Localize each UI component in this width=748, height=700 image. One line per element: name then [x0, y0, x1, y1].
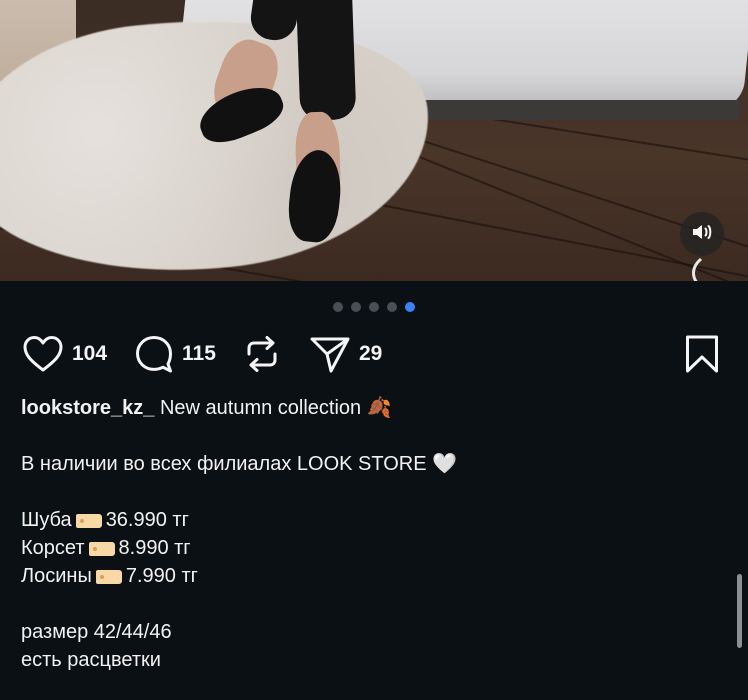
item-price: 7.990 тг	[125, 565, 198, 587]
post-actions: 104 115 29	[22, 334, 726, 376]
send-paper-plane-icon	[309, 334, 351, 374]
shares-count[interactable]: 29	[359, 342, 382, 366]
bookmark-outline-icon	[684, 334, 720, 374]
post-caption: lookstore_kz_ New autumn collection 🍂 В …	[21, 394, 721, 674]
price-tag-icon	[75, 514, 102, 528]
item-price: 8.990 тг	[118, 537, 191, 559]
leaf-emoji: 🍂	[366, 397, 392, 419]
caption-title: New autumn collection	[159, 397, 362, 419]
availability-line: В наличии во всех филиалах LOOK STORE 🤍	[21, 453, 458, 475]
share-button[interactable]: 29	[309, 334, 382, 374]
colors-note: есть расцветки	[21, 649, 161, 671]
post-image[interactable]	[0, 0, 748, 281]
repost-button[interactable]	[242, 334, 282, 374]
carousel-dot	[351, 302, 361, 312]
item-name: Лосины	[21, 565, 92, 587]
price-line: Лосины 7.990 тг	[21, 562, 721, 590]
carousel-dot	[387, 302, 397, 312]
save-button[interactable]	[684, 334, 720, 374]
caption-headline: lookstore_kz_ New autumn collection 🍂	[21, 394, 721, 422]
white-heart-emoji: 🤍	[432, 453, 458, 475]
carousel-dot	[369, 302, 379, 312]
likes-count[interactable]: 104	[72, 342, 107, 366]
username-link[interactable]: lookstore_kz_	[21, 397, 154, 419]
carousel-dot-active	[405, 302, 415, 312]
item-price: 36.990 тг	[105, 509, 189, 531]
sizes-line: размер 42/44/46	[21, 621, 172, 643]
scrollbar[interactable]	[737, 574, 742, 648]
carousel-indicator	[0, 302, 748, 312]
comments-count[interactable]: 115	[182, 342, 216, 366]
speech-bubble-icon	[134, 334, 174, 374]
sound-button[interactable]	[680, 212, 724, 256]
repost-arrows-icon	[242, 334, 282, 374]
price-tag-icon	[88, 542, 115, 556]
price-line: Шуба 36.990 тг	[21, 506, 721, 534]
heart-outline-icon	[22, 335, 64, 373]
item-name: Корсет	[21, 537, 85, 559]
carousel-dot	[333, 302, 343, 312]
item-name: Шуба	[21, 509, 72, 531]
price-tag-icon	[95, 570, 122, 584]
comment-button[interactable]: 115	[134, 334, 216, 374]
like-button[interactable]: 104	[22, 334, 107, 374]
speaker-icon	[690, 220, 714, 249]
price-line: Корсет 8.990 тг	[21, 534, 721, 562]
